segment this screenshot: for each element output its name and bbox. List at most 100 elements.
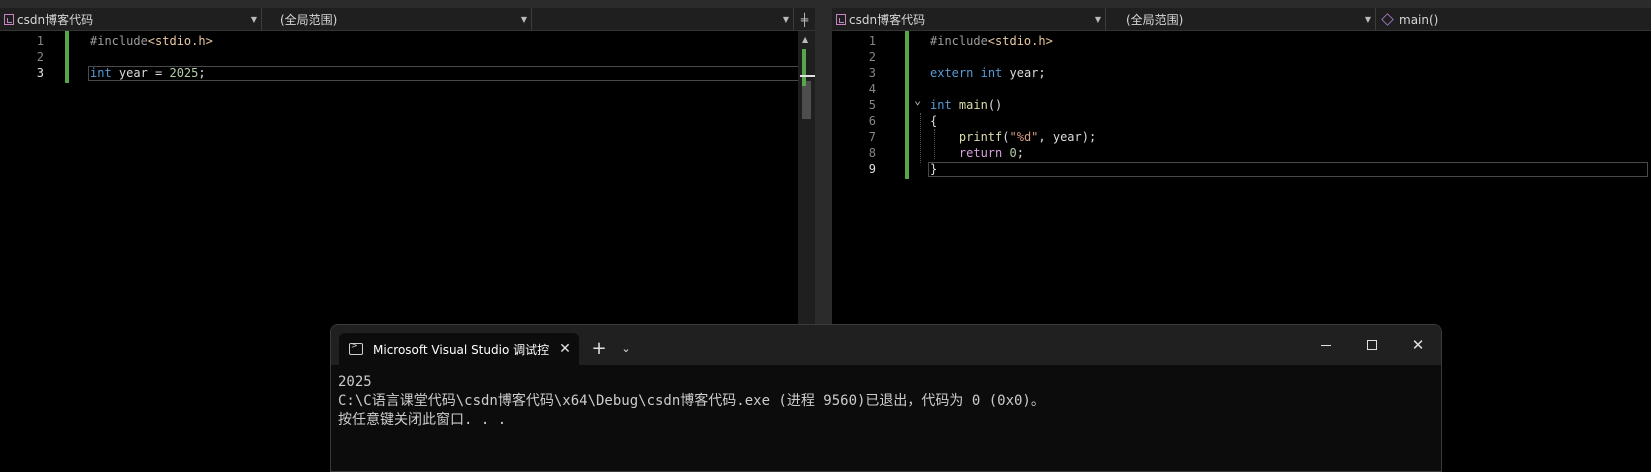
line-number: 1	[36, 34, 44, 48]
code-token: "%d"	[1009, 130, 1039, 144]
chevron-down-icon: ▼	[1364, 15, 1372, 24]
line-number: 2	[36, 50, 44, 64]
close-icon: ✕	[1411, 336, 1425, 354]
line-number: 5	[868, 98, 876, 112]
minimize-icon	[1321, 344, 1331, 346]
left-project-dropdown[interactable]: csdn博客代码 ▼	[0, 8, 262, 31]
right-tabstrip	[832, 0, 1651, 8]
console-line: 2025	[338, 374, 372, 390]
left-scope-dropdown[interactable]: (全局范围) ▼	[262, 8, 532, 31]
line-number: 6	[868, 114, 876, 128]
code-text: {	[930, 113, 937, 129]
code-line[interactable]: 8 return 0;	[832, 145, 1651, 161]
left-member-dropdown[interactable]: ▼	[532, 8, 794, 31]
line-number: 3	[36, 66, 44, 80]
code-text: return 0;	[930, 145, 1024, 161]
right-member-dropdown[interactable]: main()	[1376, 8, 1651, 31]
indent-guide	[934, 129, 935, 159]
right-scope-label: (全局范围)	[1126, 13, 1184, 27]
code-token: extern	[930, 66, 974, 80]
terminal-icon	[349, 341, 363, 355]
split-icon: ╪	[800, 12, 809, 27]
chevron-down-icon: ▼	[250, 15, 258, 24]
scroll-up-icon[interactable]: ▲	[802, 35, 808, 44]
code-line[interactable]: 1 #include<stdio.h>	[832, 33, 1651, 49]
maximize-icon	[1367, 340, 1377, 350]
code-token: (	[1002, 130, 1010, 144]
line-number: 9	[868, 162, 876, 176]
code-text: extern int year;	[930, 65, 1046, 81]
code-token: , year);	[1038, 130, 1097, 144]
caret-marker	[800, 75, 815, 77]
change-marker	[802, 49, 806, 86]
line-number: 8	[868, 146, 876, 160]
line-number: 3	[868, 66, 876, 80]
code-line[interactable]: 1 #include<stdio.h>	[0, 33, 815, 49]
code-text: #include<stdio.h>	[90, 33, 213, 49]
method-cube-icon	[1381, 13, 1394, 26]
chevron-down-icon: ▼	[782, 15, 790, 24]
maximize-button[interactable]	[1349, 325, 1395, 365]
minimize-button[interactable]	[1303, 325, 1349, 365]
chevron-down-icon: ▼	[1094, 15, 1102, 24]
right-project-label: csdn博客代码	[849, 13, 926, 27]
code-token: year;	[1002, 66, 1046, 80]
current-line-highlight	[88, 66, 802, 81]
left-scope-label: (全局范围)	[280, 13, 338, 27]
code-token: <stdio.h>	[147, 34, 213, 48]
plus-icon: +	[591, 337, 607, 359]
change-tracking-bar	[905, 31, 909, 179]
left-tabstrip	[0, 0, 815, 8]
code-line[interactable]: 7 printf("%d", year);	[832, 129, 1651, 145]
code-line[interactable]: 2	[0, 49, 815, 65]
code-token: int	[980, 66, 1003, 80]
code-token: 0	[1009, 146, 1017, 160]
code-token: {	[930, 114, 938, 128]
scope-guide	[920, 113, 921, 163]
code-token: #include	[930, 34, 988, 48]
console-titlebar[interactable]: Microsoft Visual Studio 调试控 ✕ + ⌄ ✕	[331, 325, 1441, 365]
right-scope-dropdown[interactable]: (全局范围) ▼	[1106, 8, 1376, 31]
project-file-icon	[836, 14, 846, 25]
change-tracking-bar	[65, 31, 69, 83]
collapse-chevron-icon[interactable]: ⌄	[914, 93, 921, 107]
console-tab-title: Microsoft Visual Studio 调试控	[373, 342, 550, 357]
split-window-button[interactable]: ╪	[794, 8, 815, 31]
code-token: printf	[958, 130, 1003, 144]
debug-console-window: Microsoft Visual Studio 调试控 ✕ + ⌄ ✕ 2025…	[330, 324, 1442, 472]
right-project-dropdown[interactable]: csdn博客代码 ▼	[832, 8, 1106, 31]
close-window-button[interactable]: ✕	[1395, 325, 1441, 365]
console-line: 按任意键关闭此窗口. . .	[338, 412, 507, 428]
new-tab-button[interactable]: +	[584, 333, 614, 363]
current-line-highlight	[928, 162, 1648, 177]
close-tab-icon[interactable]: ✕	[551, 341, 579, 357]
code-line[interactable]: 4	[832, 81, 1651, 97]
console-line: C:\C语言课堂代码\csdn博客代码\x64\Debug\csdn博客代码.e…	[338, 393, 1045, 409]
line-number: 2	[868, 50, 876, 64]
code-line[interactable]: 2	[832, 49, 1651, 65]
line-number: 1	[868, 34, 876, 48]
left-navigation-bar: csdn博客代码 ▼ (全局范围) ▼ ▼ ╪	[0, 8, 815, 31]
tab-dropdown-button[interactable]: ⌄	[614, 333, 638, 363]
left-scroll-thumb[interactable]	[802, 81, 811, 119]
line-number: 4	[868, 82, 876, 96]
code-text: int main()	[930, 97, 1002, 113]
chevron-down-icon: ▼	[520, 15, 528, 24]
code-token: return	[958, 146, 1003, 160]
code-line[interactable]: 3 extern int year;	[832, 65, 1651, 81]
console-output: 2025 C:\C语言课堂代码\csdn博客代码\x64\Debug\csdn博…	[331, 365, 1441, 471]
line-number: 7	[868, 130, 876, 144]
project-file-icon	[4, 14, 14, 25]
code-token: main	[958, 98, 988, 112]
code-line[interactable]: 6{	[832, 113, 1651, 129]
code-line[interactable]: 5 int main()	[832, 97, 1651, 113]
console-tab[interactable]: Microsoft Visual Studio 调试控 ✕	[339, 333, 579, 365]
code-token: <stdio.h>	[987, 34, 1053, 48]
right-navigation-bar: csdn博客代码 ▼ (全局范围) ▼ main()	[832, 8, 1651, 31]
code-text: #include<stdio.h>	[930, 33, 1053, 49]
code-token: int	[930, 98, 952, 112]
code-token: #include	[90, 34, 148, 48]
